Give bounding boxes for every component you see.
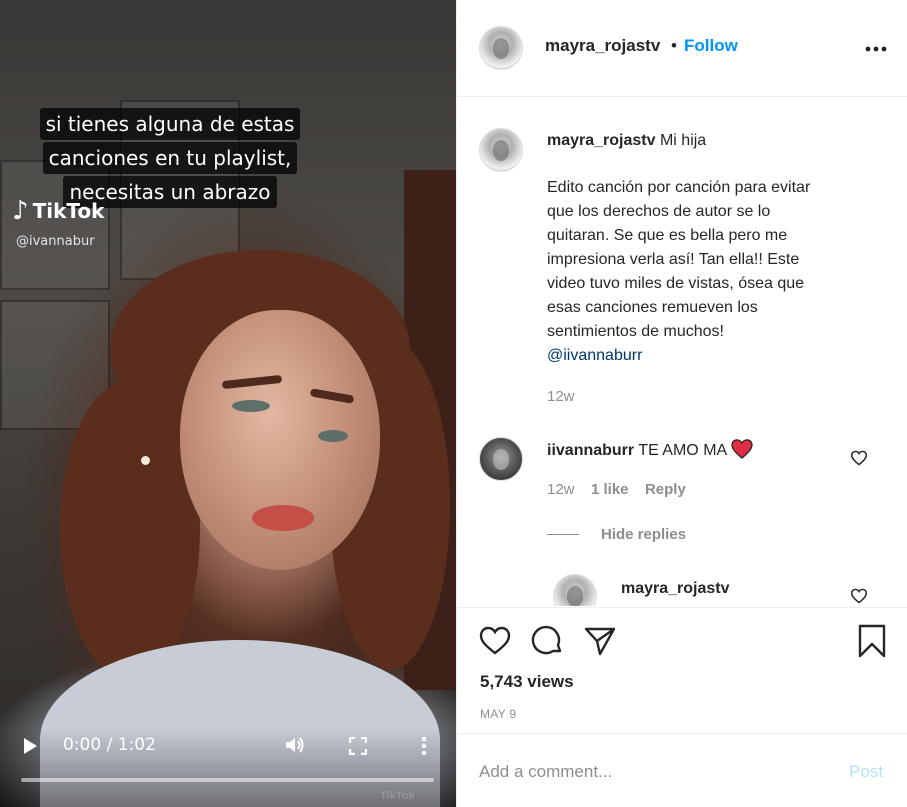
red-heart-emoji-icon [731,439,753,459]
like-reply-heart-icon[interactable] [850,588,868,604]
reply-username[interactable]: mayra_rojastv [621,577,730,601]
tiktok-watermark: TikTok [380,790,415,802]
tiktok-logo: ♪ TikTok [12,196,104,226]
hide-replies-label[interactable]: Hide replies [601,526,686,543]
caption-line: canciones en tu playlist, [42,142,298,174]
bookmark-icon[interactable] [855,624,889,658]
comment-likes[interactable]: 1 like [591,481,629,498]
tiktok-logo-text: TikTok [32,199,105,223]
volume-icon[interactable] [284,735,306,755]
tiktok-handle: @ivannabur [16,234,95,249]
caption-line: Edito canción por canción para evitar [547,179,811,196]
caption-header: mayra_rojastv Mi hija [547,129,706,153]
post-date: MAY 9 [480,707,517,721]
post-side-panel: mayra_rojastv • Follow mayra_rojastv Mi … [456,0,907,807]
post-button[interactable]: Post [849,762,883,782]
avatar-image [492,139,510,161]
more-options-icon[interactable] [421,736,427,756]
play-icon[interactable] [24,738,37,754]
caption-username[interactable]: mayra_rojastv [547,132,656,149]
lips [252,505,314,531]
comment-composer: Post [457,735,907,807]
comment-text: TE AMO MA [638,442,727,459]
avatar[interactable] [553,574,597,606]
view-count[interactable]: 5,743 views [480,672,574,692]
caption-line: quitaran. Se que es bella pero me [547,227,788,244]
share-icon[interactable] [583,624,617,658]
tiktok-note-icon: ♪ [12,196,29,226]
avatar-image [492,448,510,470]
comment-meta: 12w 1 like Reply [547,481,686,499]
video-time: 0:00 / 1:02 [63,735,156,755]
avatar[interactable] [479,128,523,172]
caption-body: Edito canción por canción para evitar qu… [547,176,887,368]
comments-area[interactable]: mayra_rojastv Mi hija Edito canción por … [457,98,907,606]
video-progress-bar[interactable] [21,778,434,782]
post-header: mayra_rojastv • Follow [457,0,907,97]
comment-body: iivannaburr TE AMO MA [547,439,753,463]
separator-dot: • [671,36,677,55]
avatar-image [566,585,584,606]
heart-icon[interactable] [478,624,512,658]
caption-line: que los derechos de autor se lo [547,203,771,220]
follow-button[interactable]: Follow [684,36,738,56]
caption-title: Mi hija [659,132,707,149]
video-controls: 0:00 / 1:02 TikTok [0,728,456,807]
video-caption: si tienes alguna de estas canciones en t… [0,108,340,210]
earring [141,456,150,465]
caption-line: si tienes alguna de estas [39,108,301,140]
avatar[interactable] [479,437,523,481]
header-username[interactable]: mayra_rojastv [545,36,660,56]
fullscreen-icon[interactable] [349,737,367,755]
hide-replies-line [547,534,579,535]
caption-line: esas canciones remueven los [547,299,758,316]
comment-username[interactable]: iivannaburr [547,442,634,459]
video-player[interactable]: si tienes alguna de estas canciones en t… [0,0,456,807]
caption-line: sentimientos de muchos! [547,323,724,340]
avatar-image [492,37,510,59]
reply-button[interactable]: Reply [645,481,686,498]
add-comment-input[interactable] [479,757,819,787]
hair [60,380,200,680]
like-comment-heart-icon[interactable] [850,450,868,466]
caption-line: video tuvo miles de vistas, ósea que [547,275,805,292]
comment-icon[interactable] [531,624,565,658]
eye [232,400,270,412]
caption-line: impresiona verla así! Tan ella!! Este [547,251,800,268]
caption-age: 12w [547,388,575,405]
hide-replies[interactable]: Hide replies [547,526,686,543]
caption-mention[interactable]: @iivannaburr [547,344,887,368]
eye [318,430,348,442]
avatar[interactable] [479,26,523,70]
post-actions: 5,743 views MAY 9 [457,607,907,734]
face [180,310,380,570]
more-options-icon[interactable] [865,46,887,52]
comment-age: 12w [547,481,575,498]
